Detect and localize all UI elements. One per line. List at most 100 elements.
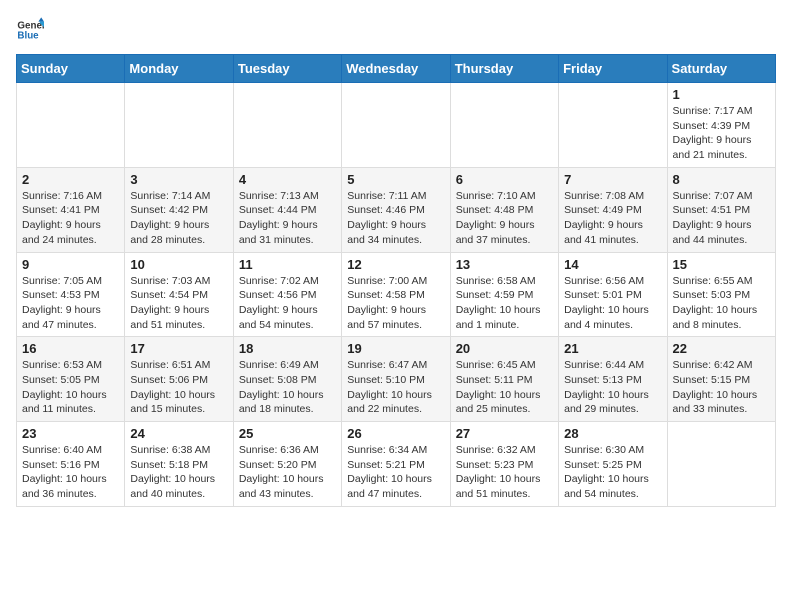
calendar-cell — [233, 83, 341, 168]
calendar-cell — [125, 83, 233, 168]
calendar-cell: 18 Sunrise: 6:49 AM Sunset: 5:08 PM Dayli… — [233, 337, 341, 422]
weekday-header: Thursday — [450, 55, 558, 83]
day-info: Sunrise: 6:38 AM Sunset: 5:18 PM Dayligh… — [130, 443, 227, 502]
day-info: Sunrise: 7:17 AM Sunset: 4:39 PM Dayligh… — [673, 104, 770, 163]
calendar-cell: 14 Sunrise: 6:56 AM Sunset: 5:01 PM Dayli… — [559, 252, 667, 337]
day-info: Sunrise: 6:58 AM Sunset: 4:59 PM Dayligh… — [456, 274, 553, 333]
calendar-cell: 11Sunrise: 7:02 AM Sunset: 4:56 PM Dayli… — [233, 252, 341, 337]
day-number: 20 — [456, 341, 553, 356]
day-number: 4 — [239, 172, 336, 187]
calendar-cell: 24 Sunrise: 6:38 AM Sunset: 5:18 PM Dayli… — [125, 422, 233, 507]
day-number: 15 — [673, 257, 770, 272]
calendar-week-row: 2Sunrise: 7:16 AM Sunset: 4:41 PM Daylig… — [17, 167, 776, 252]
calendar-week-row: 16Sunrise: 6:53 AM Sunset: 5:05 PM Dayli… — [17, 337, 776, 422]
day-number: 13 — [456, 257, 553, 272]
day-info: Sunrise: 7:11 AM Sunset: 4:46 PM Dayligh… — [347, 189, 444, 248]
svg-text:Blue: Blue — [17, 30, 39, 41]
calendar-cell: 9 Sunrise: 7:05 AM Sunset: 4:53 PM Daylig… — [17, 252, 125, 337]
page-header: General Blue — [16, 16, 776, 44]
day-number: 3 — [130, 172, 227, 187]
day-number: 2 — [22, 172, 119, 187]
weekday-header: Tuesday — [233, 55, 341, 83]
calendar-cell: 15 Sunrise: 6:55 AM Sunset: 5:03 PM Dayli… — [667, 252, 775, 337]
calendar-cell: 7Sunrise: 7:08 AM Sunset: 4:49 PM Daylig… — [559, 167, 667, 252]
calendar-cell — [559, 83, 667, 168]
calendar-cell: 16Sunrise: 6:53 AM Sunset: 5:05 PM Dayli… — [17, 337, 125, 422]
day-info: Sunrise: 6:36 AM Sunset: 5:20 PM Dayligh… — [239, 443, 336, 502]
logo-icon: General Blue — [16, 16, 44, 44]
day-info: Sunrise: 6:49 AM Sunset: 5:08 PM Dayligh… — [239, 358, 336, 417]
day-info: Sunrise: 6:53 AM Sunset: 5:05 PM Dayligh… — [22, 358, 119, 417]
day-info: Sunrise: 7:07 AM Sunset: 4:51 PM Dayligh… — [673, 189, 770, 248]
calendar-week-row: 9 Sunrise: 7:05 AM Sunset: 4:53 PM Daylig… — [17, 252, 776, 337]
calendar-cell: 5 Sunrise: 7:11 AM Sunset: 4:46 PM Daylig… — [342, 167, 450, 252]
day-info: Sunrise: 6:40 AM Sunset: 5:16 PM Dayligh… — [22, 443, 119, 502]
day-info: Sunrise: 6:56 AM Sunset: 5:01 PM Dayligh… — [564, 274, 661, 333]
calendar-week-row: 23 Sunrise: 6:40 AM Sunset: 5:16 PM Dayli… — [17, 422, 776, 507]
day-info: Sunrise: 6:55 AM Sunset: 5:03 PM Dayligh… — [673, 274, 770, 333]
day-info: Sunrise: 7:00 AM Sunset: 4:58 PM Dayligh… — [347, 274, 444, 333]
day-info: Sunrise: 6:51 AM Sunset: 5:06 PM Dayligh… — [130, 358, 227, 417]
day-number: 11 — [239, 257, 336, 272]
day-info: Sunrise: 7:13 AM Sunset: 4:44 PM Dayligh… — [239, 189, 336, 248]
day-info: Sunrise: 6:30 AM Sunset: 5:25 PM Dayligh… — [564, 443, 661, 502]
calendar-cell: 25 Sunrise: 6:36 AM Sunset: 5:20 PM Dayli… — [233, 422, 341, 507]
day-number: 18 — [239, 341, 336, 356]
calendar-cell — [17, 83, 125, 168]
day-info: Sunrise: 7:03 AM Sunset: 4:54 PM Dayligh… — [130, 274, 227, 333]
day-info: Sunrise: 6:47 AM Sunset: 5:10 PM Dayligh… — [347, 358, 444, 417]
calendar-cell: 19 Sunrise: 6:47 AM Sunset: 5:10 PM Dayli… — [342, 337, 450, 422]
weekday-header: Monday — [125, 55, 233, 83]
weekday-header: Wednesday — [342, 55, 450, 83]
day-number: 24 — [130, 426, 227, 441]
calendar-cell: 26Sunrise: 6:34 AM Sunset: 5:21 PM Dayli… — [342, 422, 450, 507]
calendar-cell: 6 Sunrise: 7:10 AM Sunset: 4:48 PM Daylig… — [450, 167, 558, 252]
calendar-week-row: 1 Sunrise: 7:17 AM Sunset: 4:39 PM Daylig… — [17, 83, 776, 168]
calendar-cell: 1 Sunrise: 7:17 AM Sunset: 4:39 PM Daylig… — [667, 83, 775, 168]
day-number: 12 — [347, 257, 444, 272]
day-info: Sunrise: 7:10 AM Sunset: 4:48 PM Dayligh… — [456, 189, 553, 248]
calendar-cell: 22 Sunrise: 6:42 AM Sunset: 5:15 PM Dayli… — [667, 337, 775, 422]
day-number: 9 — [22, 257, 119, 272]
day-number: 17 — [130, 341, 227, 356]
calendar-cell: 23 Sunrise: 6:40 AM Sunset: 5:16 PM Dayli… — [17, 422, 125, 507]
day-info: Sunrise: 6:42 AM Sunset: 5:15 PM Dayligh… — [673, 358, 770, 417]
day-number: 22 — [673, 341, 770, 356]
day-info: Sunrise: 7:08 AM Sunset: 4:49 PM Dayligh… — [564, 189, 661, 248]
calendar-cell: 13 Sunrise: 6:58 AM Sunset: 4:59 PM Dayli… — [450, 252, 558, 337]
day-number: 10 — [130, 257, 227, 272]
calendar-cell: 3 Sunrise: 7:14 AM Sunset: 4:42 PM Daylig… — [125, 167, 233, 252]
calendar-cell: 28 Sunrise: 6:30 AM Sunset: 5:25 PM Dayli… — [559, 422, 667, 507]
calendar-cell: 20 Sunrise: 6:45 AM Sunset: 5:11 PM Dayli… — [450, 337, 558, 422]
day-info: Sunrise: 7:05 AM Sunset: 4:53 PM Dayligh… — [22, 274, 119, 333]
day-number: 19 — [347, 341, 444, 356]
calendar-cell — [342, 83, 450, 168]
weekday-header: Sunday — [17, 55, 125, 83]
weekday-header: Friday — [559, 55, 667, 83]
calendar-cell: 2Sunrise: 7:16 AM Sunset: 4:41 PM Daylig… — [17, 167, 125, 252]
calendar-cell: 12 Sunrise: 7:00 AM Sunset: 4:58 PM Dayli… — [342, 252, 450, 337]
day-number: 1 — [673, 87, 770, 102]
calendar-cell: 21Sunrise: 6:44 AM Sunset: 5:13 PM Dayli… — [559, 337, 667, 422]
day-number: 25 — [239, 426, 336, 441]
calendar-cell — [667, 422, 775, 507]
calendar-table: SundayMondayTuesdayWednesdayThursdayFrid… — [16, 54, 776, 507]
calendar-cell: 10 Sunrise: 7:03 AM Sunset: 4:54 PM Dayli… — [125, 252, 233, 337]
day-number: 26 — [347, 426, 444, 441]
calendar-cell: 8Sunrise: 7:07 AM Sunset: 4:51 PM Daylig… — [667, 167, 775, 252]
day-number: 14 — [564, 257, 661, 272]
day-number: 6 — [456, 172, 553, 187]
calendar-cell — [450, 83, 558, 168]
day-number: 21 — [564, 341, 661, 356]
calendar-cell: 27Sunrise: 6:32 AM Sunset: 5:23 PM Dayli… — [450, 422, 558, 507]
calendar-cell: 4 Sunrise: 7:13 AM Sunset: 4:44 PM Daylig… — [233, 167, 341, 252]
calendar-header-row: SundayMondayTuesdayWednesdayThursdayFrid… — [17, 55, 776, 83]
calendar-cell: 17 Sunrise: 6:51 AM Sunset: 5:06 PM Dayli… — [125, 337, 233, 422]
day-info: Sunrise: 6:45 AM Sunset: 5:11 PM Dayligh… — [456, 358, 553, 417]
day-number: 28 — [564, 426, 661, 441]
day-number: 23 — [22, 426, 119, 441]
day-number: 5 — [347, 172, 444, 187]
logo: General Blue — [16, 16, 44, 44]
day-number: 27 — [456, 426, 553, 441]
day-info: Sunrise: 7:14 AM Sunset: 4:42 PM Dayligh… — [130, 189, 227, 248]
